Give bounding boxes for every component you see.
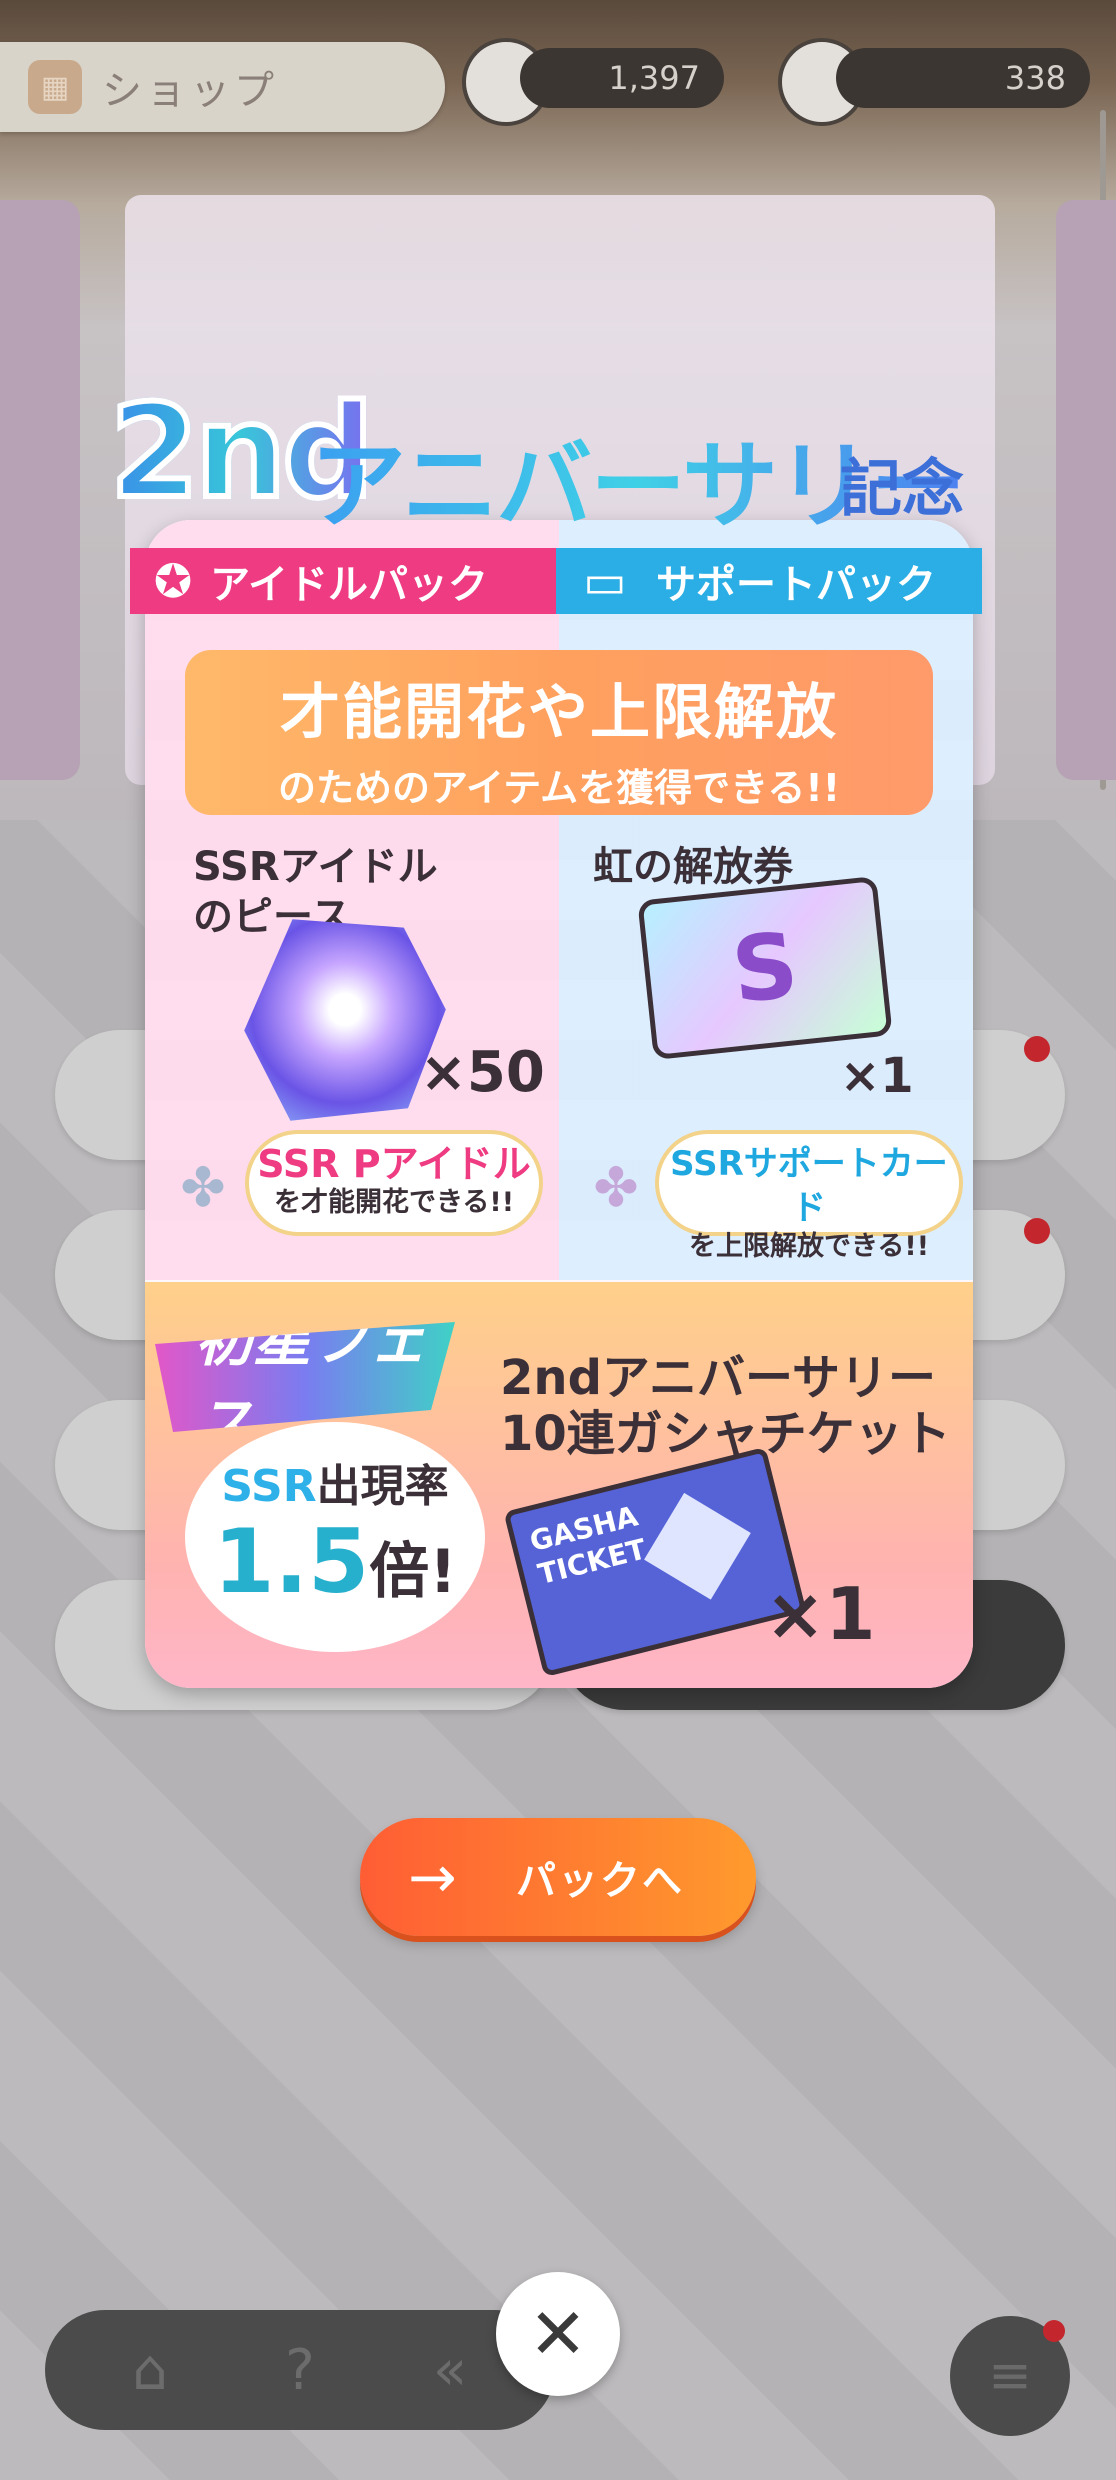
release-ticket-quantity: ×1 bbox=[840, 1048, 914, 1104]
bubble-title: SSRサポートカード bbox=[670, 1144, 948, 1228]
gacha-name-line2: 10連ガシャチケット bbox=[500, 1406, 951, 1462]
rate-prefix: SSR bbox=[221, 1461, 317, 1512]
idol-piece-quantity: ×50 bbox=[420, 1040, 545, 1105]
rate-suffix: 倍! bbox=[369, 1537, 457, 1607]
clover-icon: ✤ bbox=[593, 1156, 639, 1219]
tab-support-pack: ▭ サポートパック bbox=[556, 548, 982, 614]
gacha-name-line1: 2ndアニバーサリー bbox=[500, 1350, 937, 1406]
gacha-section: 初星フェス SSR出現率 1.5倍! 2ndアニバーサリー 10連ガシャチケット… bbox=[145, 1282, 973, 1688]
notification-dot bbox=[1024, 1218, 1050, 1244]
headline-line1: 才能開花や上限解放 bbox=[280, 678, 838, 748]
rate-label: SSR出現率 bbox=[185, 1450, 485, 1514]
paid-currency-display: 338 bbox=[836, 48, 1090, 108]
go-to-pack-button[interactable]: → パックへ bbox=[360, 1818, 756, 1936]
clover-icon: ✤ bbox=[180, 1156, 226, 1219]
bubble-title: SSR Pアイドル bbox=[257, 1142, 531, 1186]
help-icon[interactable]: ? bbox=[260, 2330, 340, 2410]
arrow-right-icon: → bbox=[408, 1843, 457, 1911]
bubble-sub: を上限解放できる!! bbox=[688, 1231, 930, 1262]
gacha-ticket-image: GASHA TICKET bbox=[503, 1446, 807, 1678]
gacha-ticket-name: 2ndアニバーサリー 10連ガシャチケット bbox=[500, 1350, 951, 1462]
shop-icon: ▦ bbox=[28, 60, 82, 114]
ssr-rate-bubble: SSR出現率 1.5倍! bbox=[185, 1422, 485, 1652]
pack-button-label: パックへ bbox=[516, 1858, 684, 1904]
bottom-nav: ⌂ ? « bbox=[45, 2310, 555, 2430]
anniversary-title: 2nd アニバーサリー 記念 bbox=[107, 375, 1010, 542]
idol-icon: ✪ bbox=[153, 554, 193, 608]
gacha-ticket-quantity: ×1 bbox=[765, 1572, 876, 1656]
promo-headline: 才能開花や上限解放 のためのアイテムを獲得できる!! bbox=[185, 650, 933, 815]
banner-left bbox=[0, 200, 80, 780]
back-icon[interactable]: « bbox=[410, 2330, 490, 2410]
notification-dot bbox=[1043, 2320, 1065, 2342]
rate-value: 1.5倍! bbox=[185, 1514, 485, 1620]
item-name-line1: 虹の解放券 bbox=[593, 844, 793, 890]
item-name-line1: SSRアイドル bbox=[193, 844, 438, 890]
currency-display: 1,397 bbox=[520, 48, 724, 108]
pack-promo-card: 才能開花や上限解放 のためのアイテムを獲得できる!! SSRアイドル のピース … bbox=[145, 520, 973, 1688]
release-ticket-bubble: SSRサポートカード を上限解放できる!! bbox=[655, 1130, 963, 1262]
tab-idol-pack-label: アイドルパック bbox=[210, 562, 488, 608]
shop-header: ▦ ショップ bbox=[0, 42, 445, 132]
card-icon: ▭ bbox=[583, 554, 627, 608]
ticket-pattern bbox=[631, 1480, 764, 1613]
bubble-sub: を才能開花できる!! bbox=[273, 1187, 515, 1218]
notification-dot bbox=[1024, 1036, 1050, 1062]
item-name-release-ticket: 虹の解放券 bbox=[593, 842, 793, 892]
headline-line2: のためのアイテムを獲得できる!! bbox=[277, 766, 841, 810]
rate-number: 1.5 bbox=[213, 1510, 370, 1613]
home-icon[interactable]: ⌂ bbox=[110, 2330, 190, 2410]
idol-piece-bubble: SSR Pアイドル を才能開花できる!! bbox=[245, 1130, 543, 1236]
hatsuboshi-fes-logo: 初星フェス bbox=[155, 1322, 455, 1432]
release-ticket-image: S bbox=[637, 875, 893, 1061]
close-icon[interactable]: ✕ bbox=[496, 2272, 620, 2396]
tab-idol-pack: ✪ アイドルパック bbox=[130, 548, 556, 614]
ticket-text: GASHA TICKET bbox=[526, 1499, 650, 1592]
shop-title: ショップ bbox=[102, 68, 278, 114]
tab-support-pack-label: サポートパック bbox=[656, 562, 936, 608]
banner-right bbox=[1056, 200, 1116, 780]
rate-label-text: 出現率 bbox=[316, 1461, 449, 1512]
title-kinen: 記念 bbox=[840, 452, 965, 525]
